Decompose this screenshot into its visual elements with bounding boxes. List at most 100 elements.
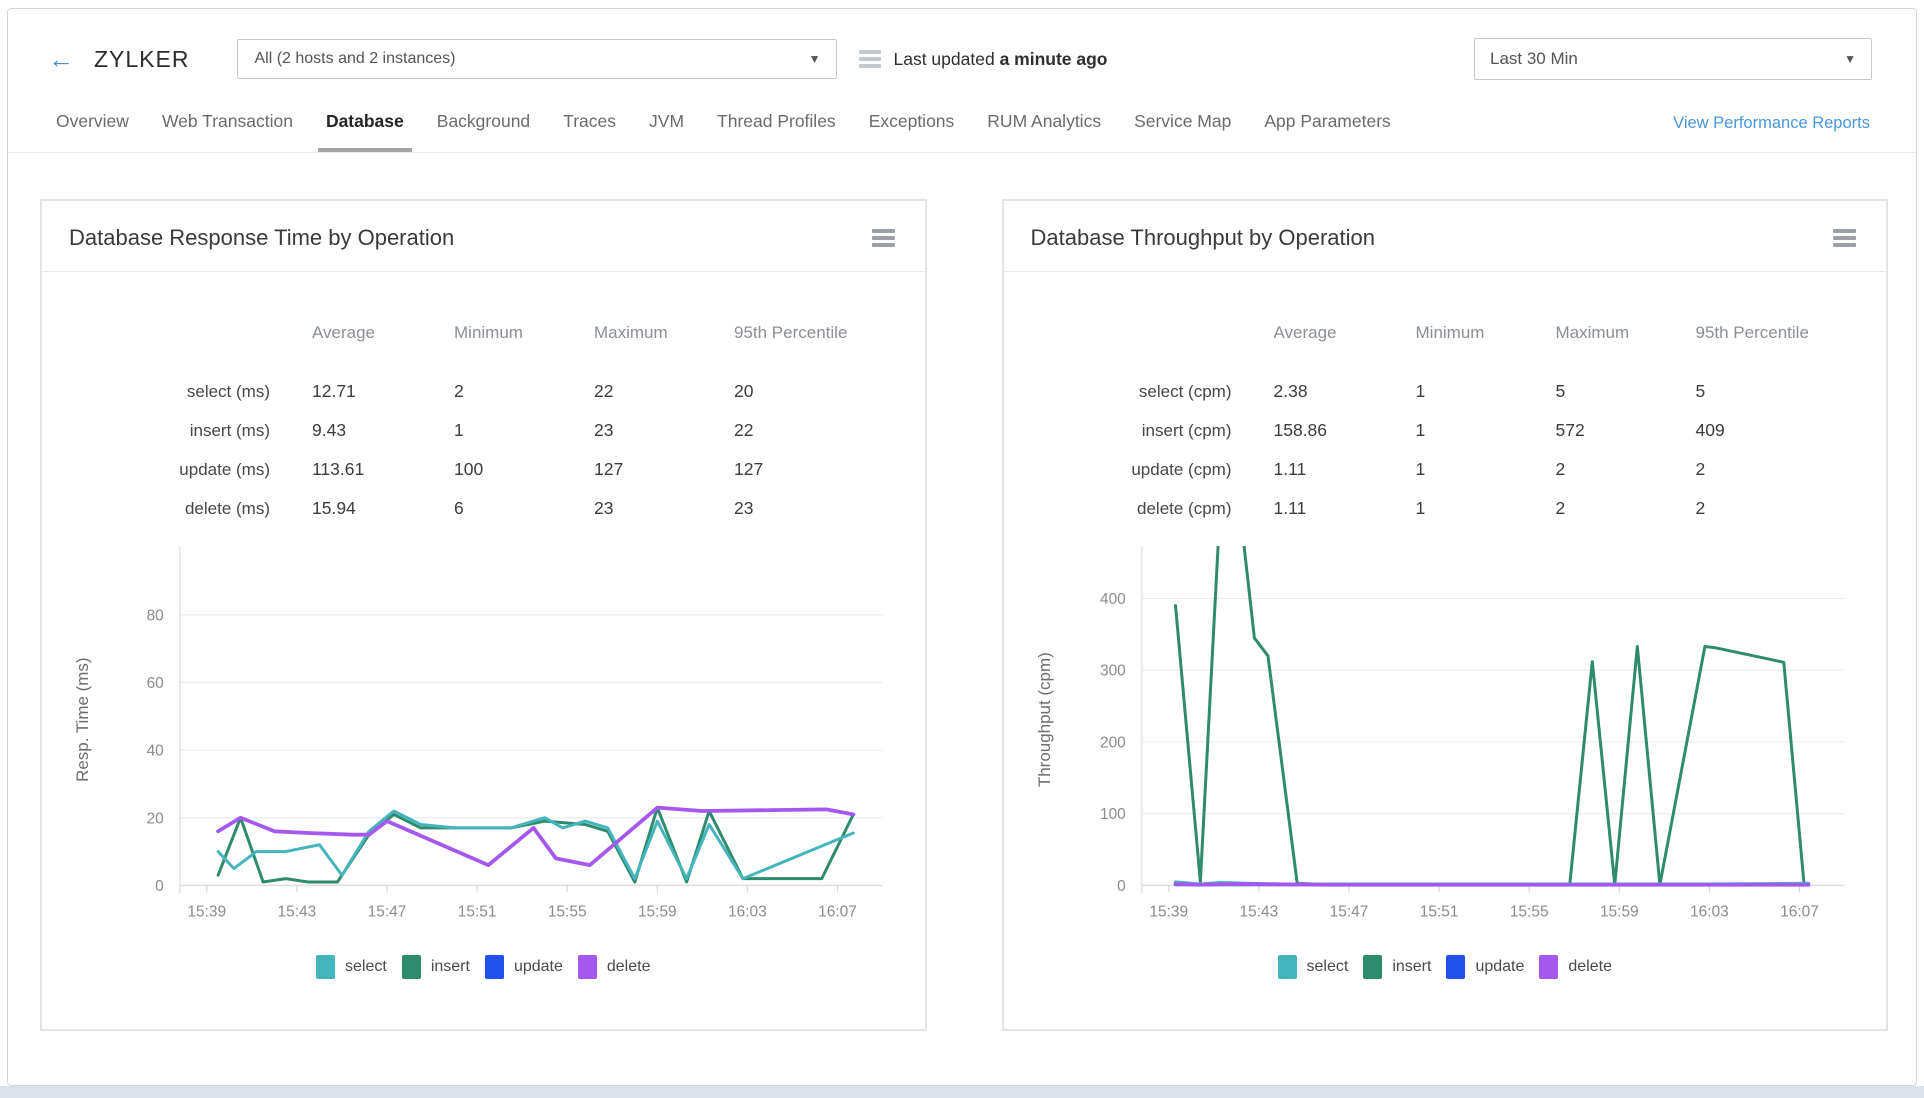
card-title: Database Response Time by Operation (69, 225, 455, 250)
table-value: 2 (1695, 459, 1706, 479)
legend-item-update[interactable]: update (1446, 955, 1525, 980)
list-menu-icon[interactable] (859, 50, 882, 68)
svg-text:15:39: 15:39 (187, 903, 226, 920)
legend-swatch-insert (401, 955, 421, 980)
legend-label: select (345, 958, 387, 976)
table-value: 12.71 (312, 381, 356, 401)
response-time-legend: select insert update delete (42, 955, 925, 980)
table-corner-cell (1032, 294, 1274, 372)
svg-text:Throughput (cpm): Throughput (cpm) (1034, 652, 1053, 787)
throughput-stats-table: Average Minimum Maximum 95th Percentile sele… (1004, 272, 1887, 528)
tab-background[interactable]: Background (437, 95, 530, 152)
card-menu-icon[interactable] (868, 225, 899, 251)
table-value: 23 (594, 420, 614, 440)
legend-item-update[interactable]: update (484, 955, 563, 980)
table-value: 127 (734, 459, 764, 479)
legend-item-delete[interactable]: delete (1539, 955, 1612, 980)
tab-service-map[interactable]: Service Map (1134, 95, 1231, 152)
card-title: Database Throughput by Operation (1030, 225, 1376, 250)
svg-text:200: 200 (1099, 734, 1125, 751)
table-value: 2 (454, 381, 464, 401)
legend-swatch-delete (1539, 955, 1559, 980)
legend-item-insert[interactable]: insert (401, 955, 470, 980)
tab-jvm[interactable]: JVM (649, 95, 684, 152)
svg-text:16:07: 16:07 (1780, 903, 1819, 920)
row-label: delete (cpm) (1137, 498, 1232, 518)
table-value: 1 (1415, 459, 1426, 479)
svg-text:16:03: 16:03 (1690, 903, 1729, 920)
table-value: 2 (1555, 498, 1566, 518)
column-header: 95th Percentile (734, 322, 848, 342)
tab-thread-profiles[interactable]: Thread Profiles (717, 95, 836, 152)
svg-text:Resp. Time (ms): Resp. Time (ms) (73, 657, 92, 781)
legend-swatch-insert (1363, 955, 1383, 980)
row-label: insert (ms) (189, 420, 270, 440)
table-value: 5 (1695, 381, 1706, 401)
bottom-strip (0, 1086, 1924, 1098)
table-value: 1.11 (1273, 498, 1307, 518)
table-value: 1 (1415, 381, 1426, 401)
card-menu-icon[interactable] (1829, 225, 1860, 251)
card-header: Database Response Time by Operation (42, 201, 925, 272)
throughput-chart[interactable]: 0 100 200 300 400 15:39 15:43 15:47 15:51 15:55 15… (1004, 540, 1887, 941)
svg-text:15:51: 15:51 (1419, 903, 1458, 920)
legend-label: insert (1392, 958, 1432, 976)
tab-list: Overview Web Transaction Database Backgroun… (56, 95, 1391, 152)
legend-item-insert[interactable]: insert (1363, 955, 1432, 980)
svg-text:400: 400 (1099, 591, 1125, 608)
svg-text:0: 0 (155, 878, 164, 895)
svg-text:60: 60 (147, 675, 164, 692)
column-header: Maximum (1555, 323, 1630, 342)
time-range-dropdown[interactable]: Last 30 Min ▼ (1474, 38, 1872, 80)
svg-text:300: 300 (1099, 663, 1125, 680)
legend-item-select[interactable]: select (1277, 955, 1348, 980)
series-line-insert (1173, 545, 1806, 887)
column-header: Minimum (1415, 323, 1485, 342)
throughput-card: Database Throughput by Operation Average… (1001, 199, 1888, 1031)
legend-swatch-update (1446, 955, 1466, 980)
svg-text:80: 80 (147, 607, 164, 624)
tab-web-transaction[interactable]: Web Transaction (162, 95, 293, 152)
response-time-card: Database Response Time by Operation Aver… (40, 199, 927, 1031)
table-value: 23 (734, 498, 754, 518)
row-label: update (cpm) (1131, 459, 1232, 479)
series-line-delete (216, 805, 856, 868)
legend-label: update (1475, 958, 1525, 976)
time-range-value: Last 30 Min (1490, 49, 1578, 68)
back-arrow-icon[interactable]: ← (48, 46, 74, 72)
tab-app-parameters[interactable]: App Parameters (1264, 95, 1390, 152)
app-title: ZYLKER (94, 45, 190, 72)
table-value: 15.94 (312, 498, 356, 518)
legend-item-delete[interactable]: delete (577, 955, 650, 980)
table-value: 23 (594, 498, 614, 518)
scope-selector-dropdown[interactable]: All (2 hosts and 2 instances) ▼ (237, 39, 838, 79)
column-header: Minimum (454, 323, 523, 342)
tab-rum-analytics[interactable]: RUM Analytics (987, 95, 1101, 152)
tab-traces[interactable]: Traces (563, 95, 616, 152)
row-label: delete (ms) (184, 498, 270, 518)
page-container: ← ZYLKER All (2 hosts and 2 instances) ▼… (7, 8, 1917, 1086)
response-time-chart[interactable]: 0 20 40 60 80 15:39 15:43 15:47 15:51 15:55 15:59 1… (42, 540, 925, 941)
row-label: insert (cpm) (1141, 420, 1232, 440)
tab-database[interactable]: Database (317, 95, 412, 152)
svg-text:15:59: 15:59 (1599, 903, 1638, 920)
svg-text:16:03: 16:03 (728, 903, 767, 920)
table-value: 100 (454, 459, 484, 479)
performance-reports-link[interactable]: View Performance Reports (1673, 114, 1870, 133)
series-line-delete (1173, 882, 1810, 887)
throughput-legend: select insert update delete (1004, 955, 1887, 980)
caret-down-icon: ▼ (1844, 52, 1856, 66)
svg-text:15:39: 15:39 (1149, 903, 1188, 920)
column-header: Maximum (594, 323, 668, 342)
legend-item-select[interactable]: select (316, 955, 387, 980)
table-value: 113.61 (312, 459, 365, 479)
svg-text:15:55: 15:55 (1509, 903, 1548, 920)
svg-text:0: 0 (1117, 878, 1126, 895)
legend-swatch-select (1277, 955, 1297, 980)
tab-overview[interactable]: Overview (56, 95, 129, 152)
tab-exceptions[interactable]: Exceptions (869, 95, 955, 152)
column-header: Average (1273, 323, 1337, 342)
svg-text:20: 20 (147, 810, 164, 827)
table-value: 1 (454, 420, 464, 440)
svg-text:15:59: 15:59 (638, 903, 677, 920)
